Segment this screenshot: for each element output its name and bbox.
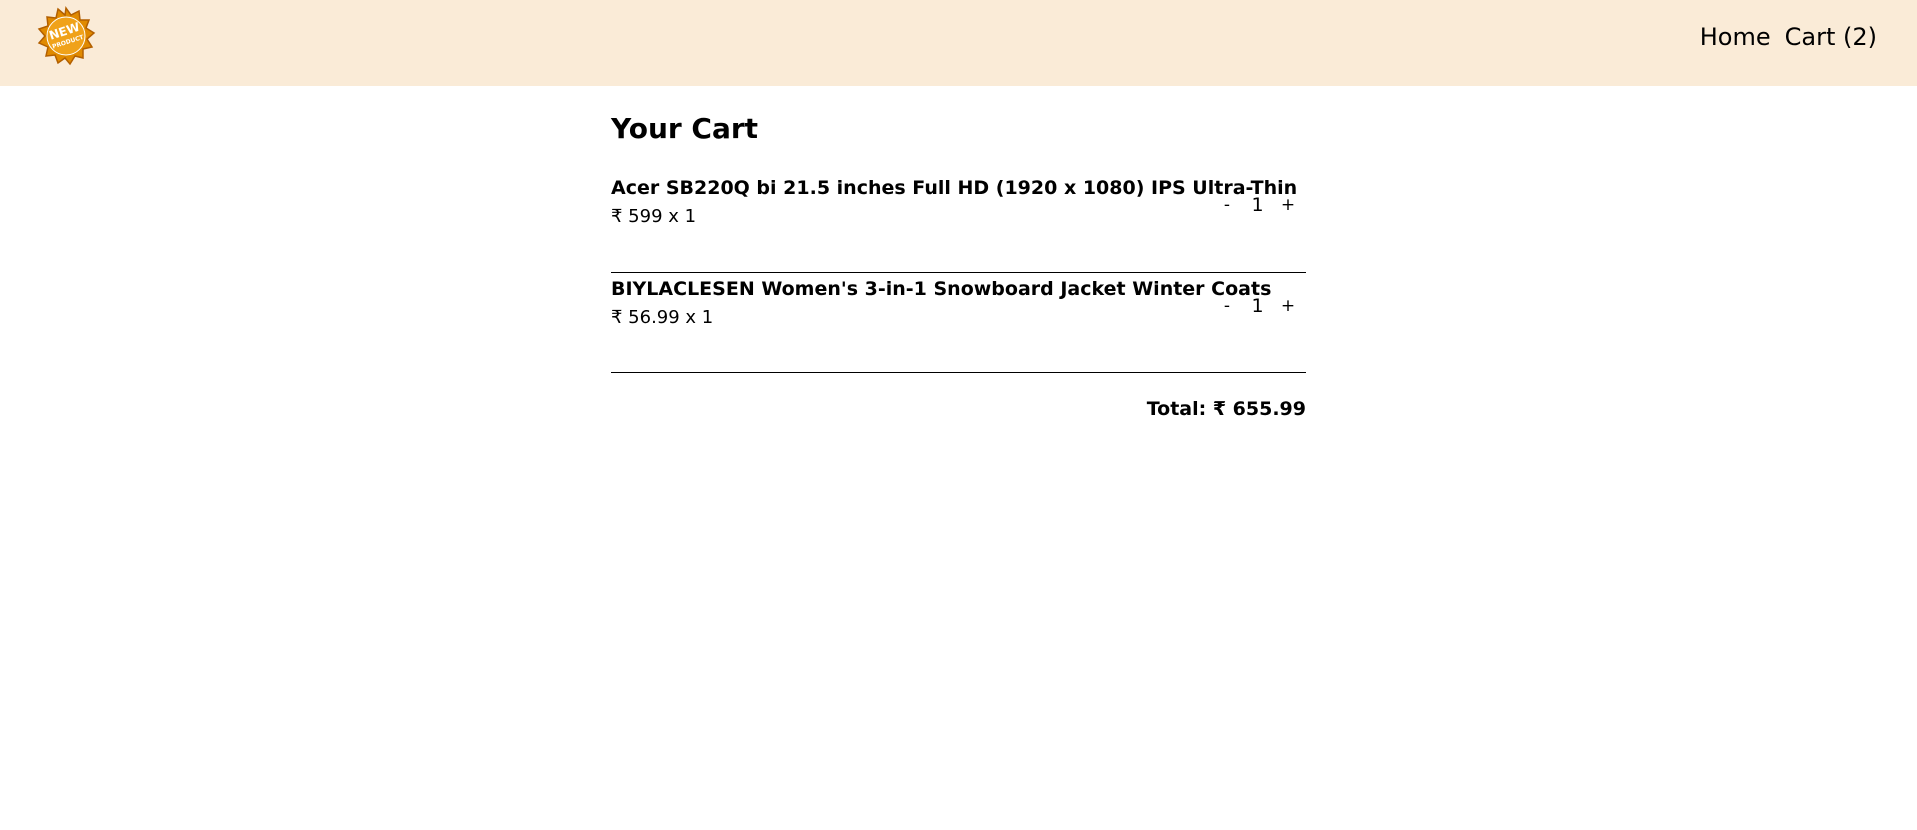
decrement-button[interactable]: - (1217, 195, 1237, 215)
cart-item-title: BIYLACLESEN Women's 3-in-1 Snowboard Jac… (611, 278, 1272, 300)
cart-item-price: ₹ 599 x 1 (611, 206, 697, 227)
quantity-stepper: - 1 + (1213, 190, 1306, 220)
cart-item-title: Acer SB220Q bi 21.5 inches Full HD (1920… (611, 177, 1298, 199)
quantity-value: 1 (1251, 295, 1264, 317)
cart-item-info: BIYLACLESEN Women's 3-in-1 Snowboard Jac… (611, 277, 1271, 329)
site-header: NEW PRODUCT Home Cart (2) (0, 0, 1917, 86)
cart-page: Your Cart Acer SB220Q bi 21.5 inches Ful… (611, 86, 1306, 421)
new-product-badge-icon: NEW PRODUCT (37, 6, 96, 66)
cart-list: Acer SB220Q bi 21.5 inches Full HD (1920… (611, 172, 1306, 373)
nav-home-link[interactable]: Home (1700, 22, 1771, 52)
cart-item-price: ₹ 56.99 x 1 (611, 307, 714, 328)
cart-total: Total: ₹ 655.99 (1146, 398, 1306, 420)
cart-item: Acer SB220Q bi 21.5 inches Full HD (1920… (611, 172, 1306, 273)
cart-item: BIYLACLESEN Women's 3-in-1 Snowboard Jac… (611, 273, 1306, 373)
new-product-logo-icon[interactable]: NEW PRODUCT (36, 6, 96, 66)
decrement-button[interactable]: - (1217, 296, 1237, 316)
increment-button[interactable]: + (1278, 195, 1298, 215)
increment-button[interactable]: + (1278, 296, 1298, 316)
quantity-stepper: - 1 + (1213, 291, 1306, 321)
nav-cart-link[interactable]: Cart (2) (1785, 22, 1877, 52)
page-title: Your Cart (611, 112, 759, 145)
main-nav: Home Cart (2) (1700, 22, 1877, 52)
cart-item-info: Acer SB220Q bi 21.5 inches Full HD (1920… (611, 176, 1297, 228)
quantity-value: 1 (1251, 194, 1264, 216)
